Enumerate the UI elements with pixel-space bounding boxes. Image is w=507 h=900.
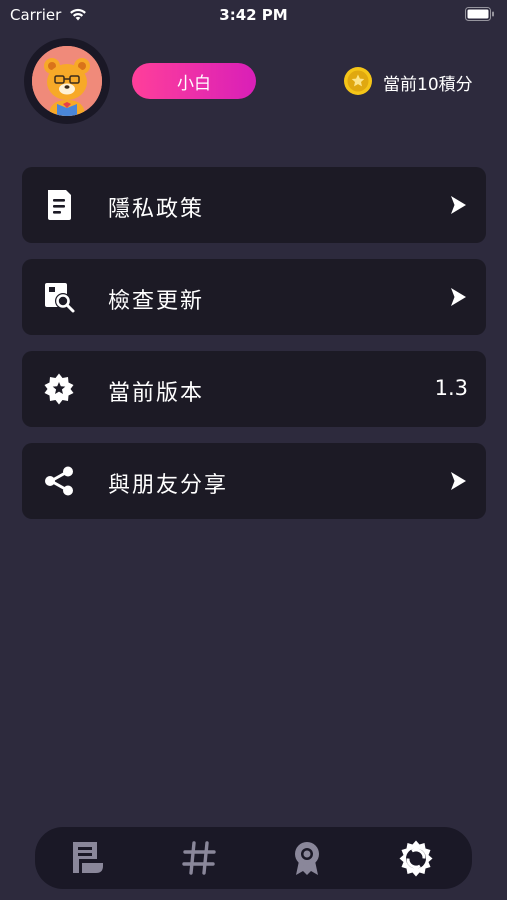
menu-item-label: 隱私政策: [108, 197, 205, 222]
chevron-right-icon: [451, 472, 466, 490]
coin-icon: [344, 67, 372, 95]
username-badge[interactable]: 小白: [132, 63, 256, 99]
version-value: 1.3: [434, 376, 468, 400]
bear-mascot-icon: [32, 46, 102, 116]
notes-icon: [73, 842, 103, 873]
share-icon: [45, 466, 73, 496]
hashtag-icon: [182, 841, 216, 875]
tab-notes[interactable]: [69, 839, 107, 877]
menu-item-label: 當前版本: [108, 381, 205, 406]
menu-item-current-version[interactable]: 當前版本 1.3: [22, 351, 486, 427]
points-label: 當前10積分: [383, 75, 473, 95]
tab-bar: [35, 827, 472, 889]
menu-item-label: 檢查更新: [108, 289, 205, 314]
status-bar: Carrier 3:42 PM: [0, 0, 507, 30]
settings-star-icon: [44, 373, 74, 405]
tab-settings[interactable]: [397, 839, 435, 877]
tab-award[interactable]: [288, 839, 326, 877]
battery-icon: [465, 7, 494, 21]
username-label: 小白: [177, 73, 211, 94]
menu-item-check-update[interactable]: 檢查更新: [22, 259, 486, 335]
award-icon: [295, 842, 319, 875]
avatar-image: [32, 46, 102, 116]
avatar[interactable]: [24, 38, 110, 124]
menu-item-share[interactable]: 與朋友分享: [22, 443, 486, 519]
chevron-right-icon: [451, 288, 466, 306]
search-update-icon: [45, 283, 75, 313]
menu-item-label: 與朋友分享: [108, 473, 229, 498]
gear-icon: [399, 840, 433, 877]
menu-item-privacy-policy[interactable]: 隱私政策: [22, 167, 486, 243]
document-icon: [48, 190, 71, 220]
status-time: 3:42 PM: [219, 6, 288, 24]
tab-hashtag[interactable]: [180, 839, 218, 877]
chevron-right-icon: [451, 196, 466, 214]
